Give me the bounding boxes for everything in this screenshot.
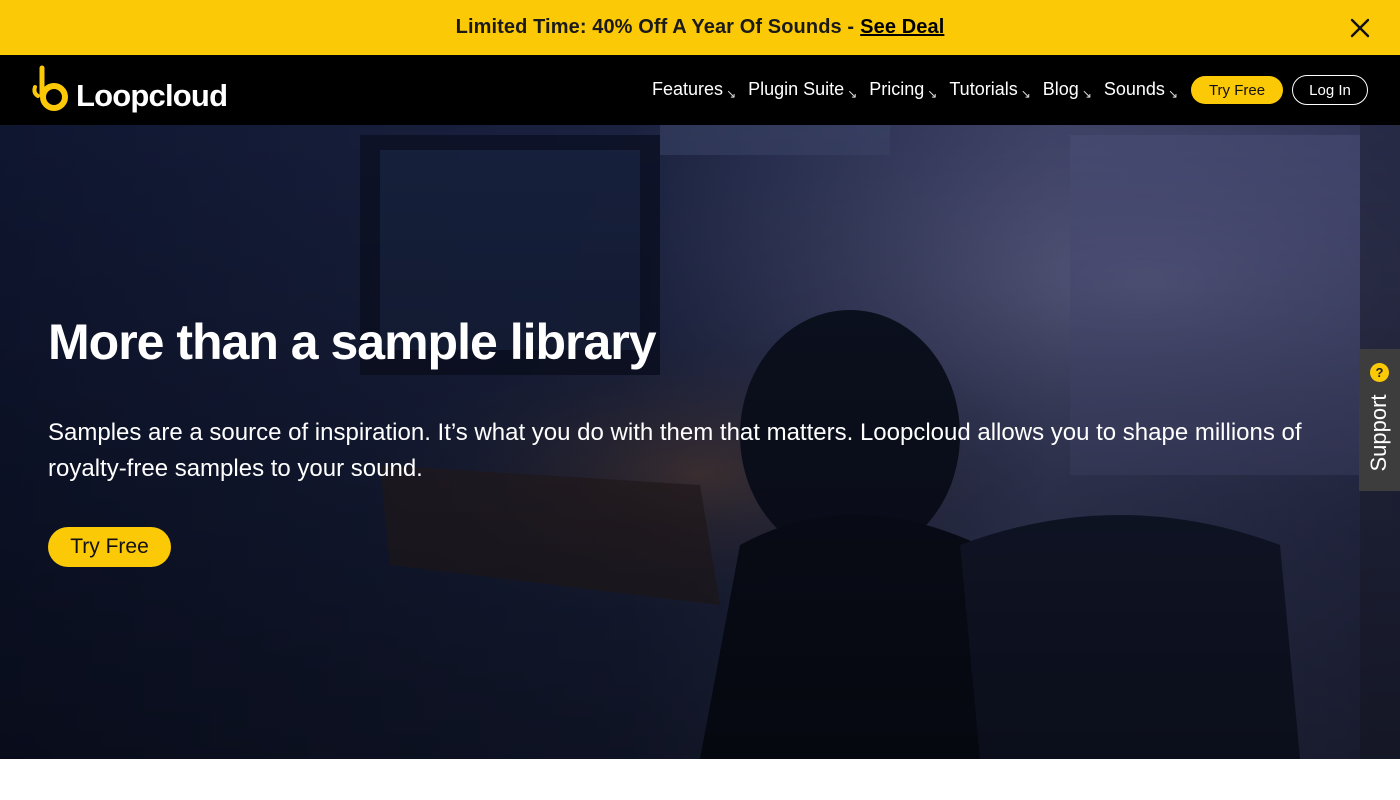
log-in-button[interactable]: Log In [1292, 75, 1368, 105]
try-free-hero-button[interactable]: Try Free [48, 527, 171, 567]
nav-item-features[interactable]: Features ↘ [652, 79, 736, 101]
arrow-down-right-icon: ↘ [1020, 87, 1031, 101]
arrow-down-right-icon: ↘ [847, 87, 858, 101]
support-tab[interactable]: ? Support [1359, 349, 1400, 491]
support-label: Support [1366, 394, 1391, 472]
close-icon[interactable] [1348, 16, 1372, 40]
nav-item-plugin-suite[interactable]: Plugin Suite ↘ [748, 79, 857, 101]
question-icon: ? [1370, 363, 1389, 382]
arrow-down-right-icon: ↘ [927, 87, 938, 101]
hero-title: More than a sample library [48, 314, 657, 370]
promo-text: Limited Time: 40% Off A Year Of Sounds - [455, 16, 855, 38]
hero-section: More than a sample library Samples are a… [0, 125, 1400, 759]
logo-text: Loopcloud [76, 78, 228, 113]
nav-item-label: Pricing [869, 79, 925, 99]
nav-item-label: Plugin Suite [748, 79, 845, 99]
nav-menu: Features ↘ Plugin Suite ↘ Pricing ↘ Tuto… [640, 55, 1178, 125]
nav-item-label: Blog [1042, 79, 1079, 99]
hero-description: Samples are a source of inspiration. It’… [48, 419, 1302, 482]
nav-item-sounds[interactable]: Sounds ↘ [1104, 79, 1178, 101]
main-navigation: Loopcloud Features ↘ Plugin Suite ↘ Pric… [0, 55, 1400, 125]
nav-item-pricing[interactable]: Pricing ↘ [869, 79, 937, 101]
see-deal-link[interactable]: See Deal [860, 16, 944, 39]
nav-item-tutorials[interactable]: Tutorials ↘ [949, 79, 1030, 101]
nav-item-blog[interactable]: Blog ↘ [1043, 79, 1092, 101]
arrow-down-right-icon: ↘ [1167, 87, 1178, 101]
nav-item-label: Features [652, 79, 724, 99]
nav-item-label: Sounds [1103, 79, 1165, 99]
loopcloud-logo-icon [32, 65, 70, 113]
nav-item-label: Tutorials [949, 79, 1018, 99]
try-free-nav-button[interactable]: Try Free [1191, 76, 1283, 104]
arrow-down-right-icon: ↘ [726, 87, 737, 101]
arrow-down-right-icon: ↘ [1081, 87, 1092, 101]
promo-banner: Limited Time: 40% Off A Year Of Sounds -… [0, 0, 1400, 55]
logo[interactable]: Loopcloud [32, 63, 228, 113]
